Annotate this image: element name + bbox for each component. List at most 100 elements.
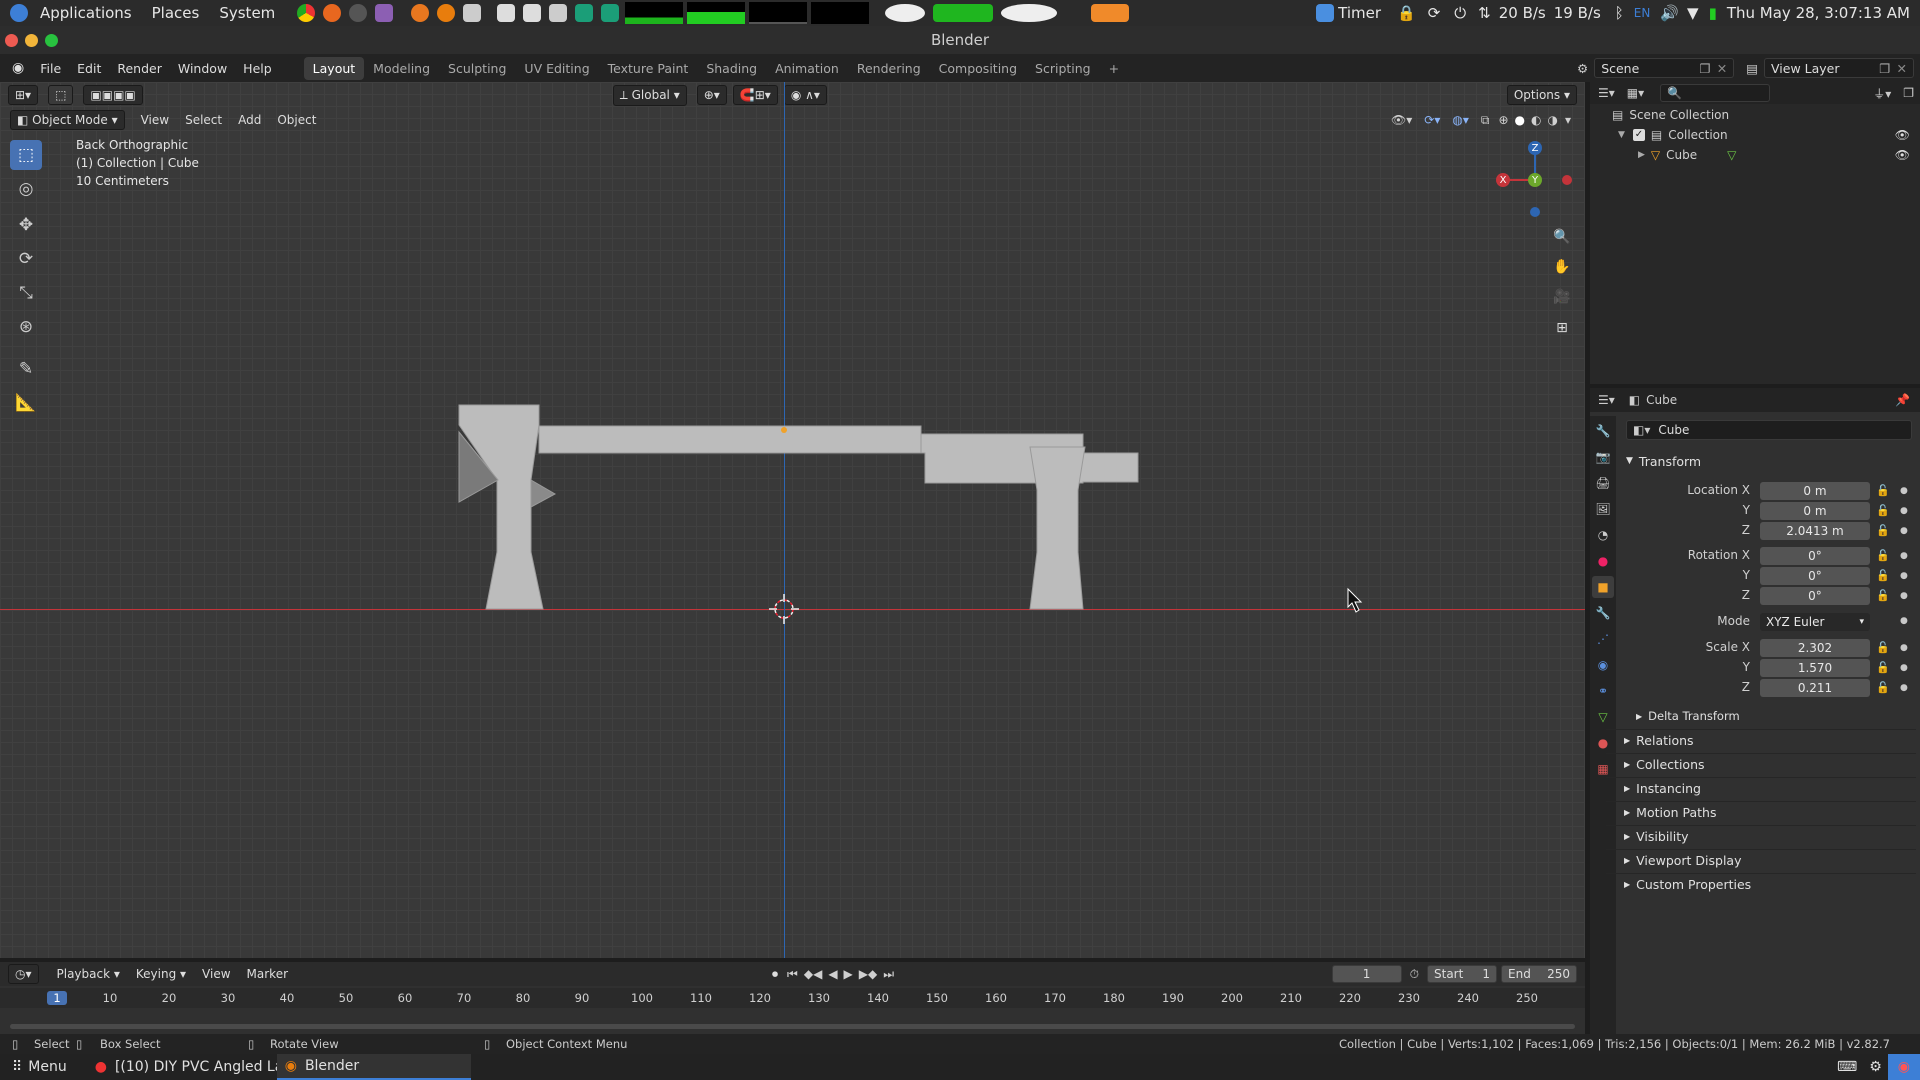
places-menu[interactable]: Places xyxy=(142,4,210,22)
timeline-editor-icon[interactable]: ◷▾ xyxy=(8,964,39,984)
location-y-field[interactable]: 0 m xyxy=(1760,502,1870,520)
navigation-gizmo[interactable]: Z X Y xyxy=(1490,140,1572,230)
lock-location-z-icon[interactable]: 🔓 xyxy=(1876,524,1890,537)
world-tab-icon[interactable]: ● xyxy=(1592,550,1614,572)
tab-compositing[interactable]: Compositing xyxy=(930,57,1026,80)
file-menu[interactable]: File xyxy=(32,61,69,76)
gizmo-z-axis[interactable]: Z xyxy=(1528,141,1542,155)
lock-location-x-icon[interactable]: 🔓 xyxy=(1876,484,1890,497)
close-window-button[interactable] xyxy=(5,34,18,47)
language-indicator[interactable]: EN xyxy=(1628,6,1657,20)
visibility-panel[interactable]: ▶ Visibility xyxy=(1606,825,1916,847)
system-menu[interactable]: System xyxy=(209,4,285,22)
ortho-grid-icon[interactable]: ⊞ xyxy=(1549,315,1575,341)
scene-icon[interactable]: ⚙ xyxy=(1571,61,1594,76)
outliner-editor-icon[interactable]: ☰▾ xyxy=(1590,86,1623,100)
jump-end-icon[interactable]: ⏭ xyxy=(880,967,897,982)
timeline-ruler[interactable]: 1 10 20 30 40 50 60 70 80 90 100 110 120 130 140 150 160… xyxy=(0,988,1585,1008)
collection-visibility-icon[interactable]: 👁 xyxy=(1895,128,1910,142)
prev-keyframe-icon[interactable]: ◆◀ xyxy=(801,967,825,981)
output-tab-icon[interactable]: 🖨 xyxy=(1592,472,1614,494)
tab-layout[interactable]: Layout xyxy=(303,56,365,80)
play-icon[interactable]: ▶ xyxy=(841,967,856,981)
jump-start-icon[interactable]: ⏮ xyxy=(784,967,801,982)
new-scene-icon[interactable]: ❐ xyxy=(1699,61,1710,76)
particles-tab-icon[interactable]: ⋰ xyxy=(1592,628,1614,650)
lock-icon[interactable]: 🔒 xyxy=(1391,4,1422,22)
keyframe-mode-icon[interactable]: ● xyxy=(1900,616,1908,626)
tab-shading[interactable]: Shading xyxy=(697,57,766,80)
display-mode-icon[interactable]: ▦▾ xyxy=(1623,86,1648,100)
relations-panel[interactable]: ▶ Relations xyxy=(1606,729,1916,751)
properties-editor-icon[interactable]: ☰▾ xyxy=(1590,393,1623,407)
mesh-data-icon[interactable]: ▽ xyxy=(1727,148,1736,162)
lock-scale-y-icon[interactable]: 🔓 xyxy=(1876,661,1890,674)
tray-keyboard-icon[interactable]: ⌨ xyxy=(1831,1059,1863,1075)
outliner-search-input[interactable]: 🔍 xyxy=(1660,84,1771,102)
outliner-row-scene-collection[interactable]: ▤ Scene Collection xyxy=(1590,106,1920,124)
volume-icon[interactable]: 🔊 xyxy=(1656,4,1683,22)
tab-texture-paint[interactable]: Texture Paint xyxy=(599,57,698,80)
refresh-icon[interactable]: ⟳ xyxy=(1422,4,1447,22)
remove-scene-icon[interactable]: ✕ xyxy=(1717,61,1727,76)
marker-menu[interactable]: Marker xyxy=(239,965,296,983)
keying-menu[interactable]: Keying ▾ xyxy=(128,965,194,983)
timeline-scrollbar[interactable] xyxy=(10,1024,1575,1029)
view-layer-selector[interactable]: View Layer ❐ ✕ xyxy=(1764,58,1914,78)
power-icon[interactable]: ⏻ xyxy=(1446,4,1474,22)
bluetooth-icon[interactable]: ᛒ xyxy=(1611,4,1628,22)
app2-launcher-icon[interactable] xyxy=(411,4,430,22)
tab-animation[interactable]: Animation xyxy=(766,57,848,80)
rotation-y-field[interactable]: 0° xyxy=(1760,567,1870,585)
view-layer-tab-icon[interactable]: 🖼 xyxy=(1592,498,1614,520)
lock-scale-x-icon[interactable]: 🔓 xyxy=(1876,641,1890,654)
taskbar-item-blender[interactable]: ◉ Blender xyxy=(276,1054,471,1080)
keyframe-location-z-icon[interactable]: ● xyxy=(1900,526,1908,536)
object-name-field[interactable]: ◧▾ Cube xyxy=(1626,420,1912,440)
folder-launcher-icon[interactable] xyxy=(549,4,568,22)
motion-paths-panel[interactable]: ▶ Motion Paths xyxy=(1606,801,1916,823)
next-keyframe-icon[interactable]: ▶◆ xyxy=(856,967,880,981)
scale-x-field[interactable]: 2.302 xyxy=(1760,639,1870,657)
taskbar-item-browser[interactable]: ● [(10) DIY PVC Angled La... xyxy=(87,1059,277,1075)
app4-launcher-icon[interactable] xyxy=(497,4,516,22)
instancing-panel[interactable]: ▶ Instancing xyxy=(1606,777,1916,799)
app3-launcher-icon[interactable] xyxy=(463,4,482,22)
blender-logo-icon[interactable]: ◉ xyxy=(0,60,32,76)
zoom-icon[interactable]: 🔍 xyxy=(1549,224,1575,250)
pin-icon[interactable]: 📌 xyxy=(1885,393,1920,407)
stopwatch-icon[interactable]: ⏱ xyxy=(1402,967,1427,982)
keyframe-scale-x-icon[interactable]: ● xyxy=(1900,643,1908,653)
scene-selector[interactable]: Scene ❐ ✕ xyxy=(1594,58,1735,78)
gizmo-neg-x-axis[interactable] xyxy=(1562,175,1572,185)
keyframe-scale-z-icon[interactable]: ● xyxy=(1900,683,1908,693)
filter-icon[interactable]: ⏚▾ xyxy=(1867,85,1897,102)
outliner-row-collection[interactable]: ▼ ✓ ▤ Collection 👁 xyxy=(1590,126,1920,144)
keyframe-location-x-icon[interactable]: ● xyxy=(1900,486,1908,496)
maximize-window-button[interactable] xyxy=(45,34,58,47)
scale-z-field[interactable]: 0.211 xyxy=(1760,679,1870,697)
chrome-launcher-icon[interactable] xyxy=(297,4,316,22)
tab-uv-editing[interactable]: UV Editing xyxy=(515,57,598,80)
rotation-x-field[interactable]: 0° xyxy=(1760,547,1870,565)
wifi-icon[interactable]: ▼ xyxy=(1683,4,1703,22)
playback-menu[interactable]: Playback ▾ xyxy=(49,965,128,983)
cube-visibility-icon[interactable]: 👁 xyxy=(1895,148,1910,162)
applications-logo-icon[interactable] xyxy=(10,4,28,22)
start-frame-field[interactable]: Start 1 xyxy=(1427,965,1497,983)
battery-icon[interactable]: ▮ xyxy=(1703,4,1723,22)
render-menu[interactable]: Render xyxy=(109,61,170,76)
timer-label[interactable]: Timer xyxy=(1338,4,1391,22)
tab-rendering[interactable]: Rendering xyxy=(848,57,930,80)
expand-collection-icon[interactable]: ▼ xyxy=(1618,130,1625,140)
keyframe-rotation-z-icon[interactable]: ● xyxy=(1900,591,1908,601)
tab-modeling[interactable]: Modeling xyxy=(364,57,439,80)
new-collection-icon[interactable]: ❐ xyxy=(1897,86,1920,100)
tray-settings-icon[interactable]: ⚙ xyxy=(1863,1059,1888,1075)
current-frame-marker[interactable]: 1 xyxy=(47,991,67,1005)
play-reverse-icon[interactable]: ◀ xyxy=(825,967,840,981)
lock-rotation-z-icon[interactable]: 🔓 xyxy=(1876,589,1890,602)
location-z-field[interactable]: 2.0413 m xyxy=(1760,522,1870,540)
modifier-tab-icon[interactable]: 🔧 xyxy=(1592,602,1614,624)
cube-mesh[interactable] xyxy=(0,82,1585,958)
